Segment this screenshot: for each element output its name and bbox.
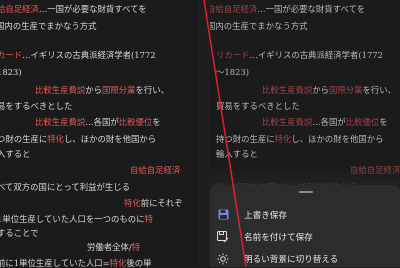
text-segment: し、ほかの財を他国から (64, 134, 157, 144)
text-segment: し、ほかの財を他国から (291, 134, 384, 144)
text-segment: 1823) (0, 67, 22, 77)
text-segment: を行い、 (362, 85, 397, 95)
text-segment: から (85, 85, 102, 95)
highlight-term: カード (0, 50, 23, 60)
text-line: 易をするべきとした (0, 101, 72, 111)
text-segment: 国内の生産でまかなう方式 (210, 21, 308, 31)
text-segment: …一国が必要な財貨すべてを (257, 4, 366, 14)
text-segment: …各国が (312, 117, 346, 127)
text-segment: から (312, 85, 329, 95)
highlight-term: リカード (216, 50, 250, 60)
text-line: ～1823) (216, 67, 249, 77)
text-segment: 前に1単位生産していた人口= (0, 258, 110, 267)
text-segment: 入すると (0, 149, 31, 159)
text-line: することで (0, 228, 39, 238)
text-line: 特化前にそれぞ (124, 198, 182, 208)
highlight-term: 国際分業 (102, 85, 136, 95)
text-line: 比較生産費説から国際分業を行い、 (262, 85, 396, 95)
text-line: リカード…イギリスの古典派経済学者(1772 (216, 50, 383, 60)
text-segment: …イギリスの古典派経済学者(1772 (22, 50, 156, 60)
save-icon (216, 208, 230, 222)
menu-item-label: 名前を付けて保存 (244, 232, 313, 243)
page-divider (198, 0, 210, 267)
text-segment: ～1823) (216, 67, 249, 77)
text-line: 1単位生産していた人口を一つのものに特 (0, 214, 153, 224)
highlight-term: 比較優位 (345, 117, 380, 127)
highlight-term: 比較生産費説 (35, 117, 86, 127)
text-line: 前に1単位生産していた人口=特化後の単 (0, 258, 151, 267)
text-line: 1823) (0, 67, 22, 77)
bottom-sheet-menu: 上書き保存 名前を付けて保存 明るい背景に切り替える (210, 185, 400, 267)
text-segment: 貿易をするべきとした (216, 101, 300, 111)
text-segment: 国内の生産でまかなう方式 (0, 21, 97, 31)
highlight-term: 比較生産費説 (35, 85, 86, 95)
text-segment: 後の単 (126, 258, 152, 267)
text-segment: を (152, 117, 161, 127)
text-line: 比較生産費説…各国が比較優位を (262, 117, 388, 127)
highlight-term: 特化 (109, 258, 127, 267)
highlight-term: 自給自足経済 (130, 165, 181, 175)
text-segment: 持つ財の生産に (216, 134, 275, 144)
document-page-left: 給自足経済…一国が必要な財貨すべてを 国内の生産でまかなう方式 カード…イギリスの古… (0, 0, 198, 267)
text-line: 国内の生産でまかなう方式 (0, 21, 97, 31)
highlight-term: 特化 (47, 134, 64, 144)
text-segment: …一国が必要な財貨すべてを (38, 4, 147, 14)
text-segment: 前にそれぞ (140, 198, 183, 208)
text-segment: 易をするべきとした (0, 101, 73, 111)
highlight-term: 比較優位 (118, 117, 153, 127)
menu-item-light-background[interactable]: 明るい背景に切り替える (210, 249, 400, 268)
text-line: つ財の生産に特化し、ほかの財を他国から (0, 134, 156, 144)
text-line: 労働者全体/特 (87, 242, 140, 252)
text-line: 入すると (0, 149, 31, 159)
text-line: 貿易をするべきとした (216, 101, 300, 111)
menu-item-label: 明るい背景に切り替える (244, 254, 339, 265)
text-line: 輸入すると (216, 149, 258, 159)
text-segment: 1単位生産していた人口を一つのものに (0, 214, 145, 224)
highlight-term: 特 (131, 242, 141, 252)
text-line: 国内の生産でまかなう方式 (210, 21, 308, 31)
text-segment: …イギリスの古典派経済学者(1772 (249, 50, 383, 60)
text-segment: を行い、 (135, 85, 170, 95)
sheet-shadow (210, 168, 400, 186)
highlight-term: 比較生産費説 (262, 85, 313, 95)
highlight-term: 給自足経済 (0, 4, 39, 14)
text-segment: べて双方の国にとって利益が生じる (0, 182, 130, 192)
menu-item-save-as[interactable]: 名前を付けて保存 (210, 227, 400, 246)
text-line: 自給自足経済 (130, 165, 180, 175)
highlight-term: 特 (144, 214, 153, 224)
menu-item-label: 上書き保存 (244, 210, 287, 221)
text-segment: を (379, 117, 388, 127)
text-line: 持つ財の生産に特化し、ほかの財を他国から (216, 134, 384, 144)
text-line: カード…イギリスの古典派経済学者(1772 (0, 50, 156, 60)
highlight-term: 国際分業 (329, 85, 363, 95)
text-line: 自給自足経済…一国が必要な財貨すべてを (210, 4, 365, 14)
text-segment: …各国が (85, 117, 119, 127)
sun-icon (216, 252, 230, 266)
highlight-term: 特化 (274, 134, 292, 144)
sheet-drag-handle[interactable] (299, 191, 313, 193)
text-line: 比較生産費説から国際分業を行い、 (35, 85, 169, 95)
save-as-icon (216, 230, 230, 244)
text-segment: することで (0, 228, 39, 238)
highlight-term: 自給自足経済 (210, 4, 258, 14)
text-line: 給自足経済…一国が必要な財貨すべてを (0, 4, 147, 14)
menu-item-save[interactable]: 上書き保存 (210, 205, 400, 224)
text-segment: 輸入すると (216, 149, 258, 159)
text-segment: 労働者全体/ (87, 242, 132, 252)
text-segment: つ財の生産に (0, 134, 48, 144)
text-line: 比較生産費説…各国が比較優位を (35, 117, 161, 127)
text-line: べて双方の国にとって利益が生じる (0, 182, 130, 192)
highlight-term: 比較生産費説 (262, 117, 313, 127)
highlight-term: 特化 (124, 198, 141, 208)
